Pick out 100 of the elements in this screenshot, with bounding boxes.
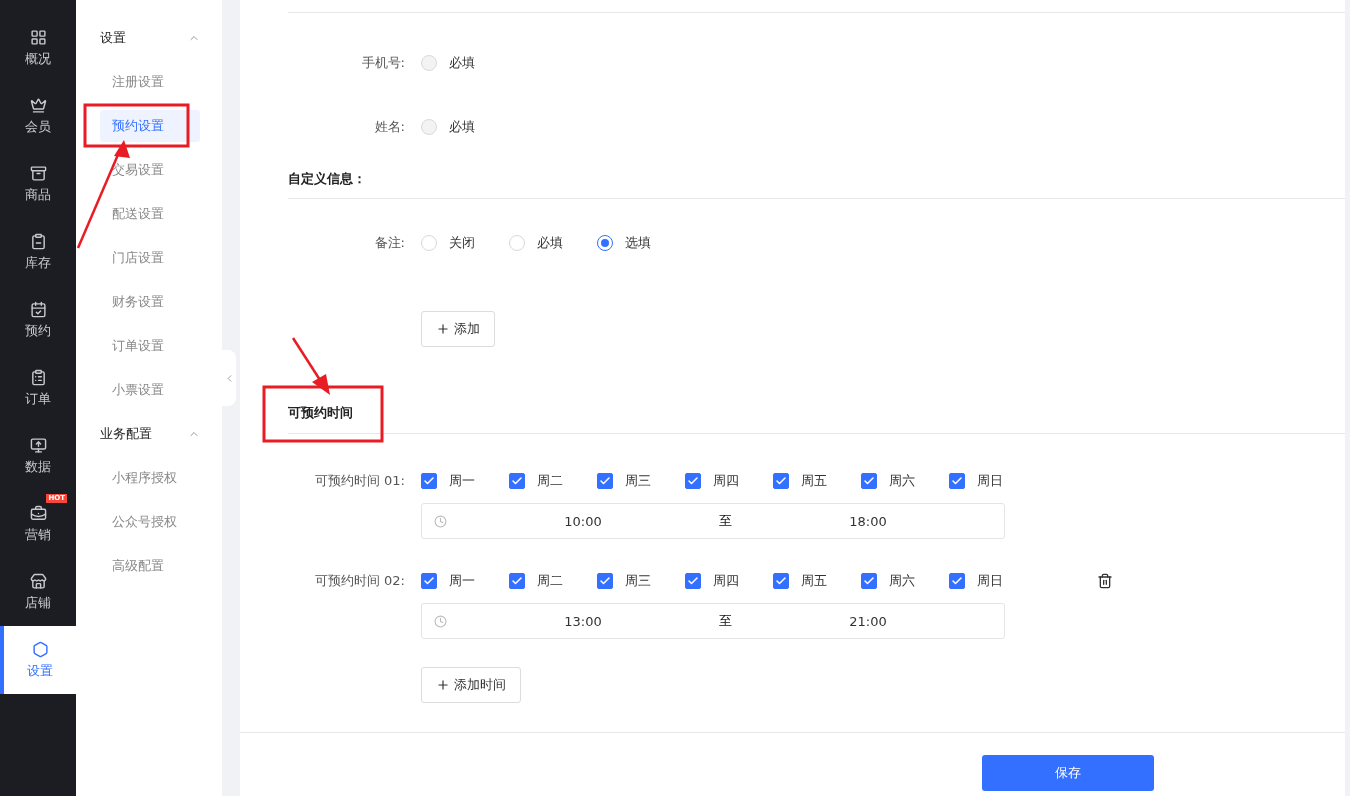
nav-label: 库存 — [25, 253, 51, 272]
add-button[interactable]: 添加 — [421, 311, 495, 347]
sub-menu-item[interactable]: 小票设置 — [100, 374, 200, 406]
field-label: 姓名: — [373, 118, 406, 136]
sub-menu-item[interactable]: 财务设置 — [100, 286, 200, 318]
nav-icon — [29, 232, 47, 250]
check-icon — [599, 475, 611, 487]
checkbox[interactable] — [949, 573, 965, 589]
check-icon — [951, 575, 963, 587]
day-option[interactable]: 周六 — [861, 572, 949, 590]
sub-menu-item[interactable]: 预约设置 — [100, 110, 200, 142]
field-label: 备注: — [373, 234, 406, 252]
nav-item[interactable]: 会员 — [0, 82, 76, 150]
checkbox[interactable] — [421, 473, 437, 489]
sub-menu-item[interactable]: 配送设置 — [100, 198, 200, 230]
day-option[interactable]: 周四 — [685, 472, 773, 490]
menu-group-title[interactable]: 业务配置 — [76, 412, 222, 456]
nav-label: 营销 — [25, 525, 51, 544]
check-icon — [863, 475, 875, 487]
field-label: 手机号: — [360, 54, 406, 72]
nav-item[interactable]: 商品 — [0, 150, 76, 218]
check-icon — [687, 575, 699, 587]
save-button[interactable]: 保存 — [982, 755, 1154, 791]
day-option[interactable]: 周五 — [773, 472, 861, 490]
time-range-field[interactable]: 13:00 至 21:00 — [421, 603, 1005, 639]
nav-item[interactable]: 概况 — [0, 14, 76, 82]
checkbox[interactable] — [773, 573, 789, 589]
day-label: 周六 — [889, 572, 915, 590]
checkbox[interactable] — [597, 573, 613, 589]
checkbox[interactable] — [421, 573, 437, 589]
radio-option[interactable]: 必填 — [509, 234, 597, 252]
day-option[interactable]: 周四 — [685, 572, 773, 590]
day-label: 周日 — [977, 572, 1003, 590]
day-option[interactable]: 周五 — [773, 572, 861, 590]
sub-menu-item[interactable]: 门店设置 — [100, 242, 200, 274]
end-time: 18:00 — [848, 513, 888, 529]
day-option[interactable]: 周二 — [509, 472, 597, 490]
slot-label: 可预约时间 02: — [313, 572, 406, 590]
annotation-arrow — [291, 337, 330, 395]
radio-option[interactable]: 选填 — [597, 234, 685, 252]
plus-icon — [436, 322, 450, 336]
sub-menu-item[interactable]: 小程序授权 — [100, 462, 200, 494]
day-option[interactable]: 周三 — [597, 472, 685, 490]
nav-item[interactable]: 设置 — [0, 626, 76, 694]
nav-icon — [29, 368, 47, 386]
checkbox[interactable] — [685, 473, 701, 489]
nav-item[interactable]: 数据 — [0, 422, 76, 490]
checkbox[interactable] — [509, 473, 525, 489]
radio-button[interactable] — [597, 235, 613, 251]
check-icon — [511, 475, 523, 487]
checkbox[interactable] — [773, 473, 789, 489]
check-icon — [687, 475, 699, 487]
day-label: 周四 — [713, 572, 739, 590]
nav-item[interactable]: 店铺 — [0, 558, 76, 626]
nav-icon — [29, 28, 47, 46]
sub-menu-item[interactable]: 公众号授权 — [100, 506, 200, 538]
nav-label: 数据 — [25, 457, 51, 476]
start-time: 10:00 — [563, 513, 603, 529]
sub-menu-item[interactable]: 交易设置 — [100, 154, 200, 186]
slot-label: 可预约时间 01: — [313, 472, 406, 490]
radio-option[interactable]: 关闭 — [421, 234, 509, 252]
sub-menu-item[interactable]: 注册设置 — [100, 66, 200, 98]
nav-item[interactable]: 预约 — [0, 286, 76, 354]
day-label: 周日 — [977, 472, 1003, 490]
check-icon — [511, 575, 523, 587]
checkbox[interactable] — [509, 573, 525, 589]
option-label: 关闭 — [449, 234, 475, 252]
check-icon — [423, 475, 435, 487]
group-label: 设置 — [100, 29, 126, 47]
checkbox[interactable] — [861, 473, 877, 489]
checkbox[interactable] — [597, 473, 613, 489]
nav-item[interactable]: 库存 — [0, 218, 76, 286]
option-label: 必填 — [449, 54, 475, 72]
day-option[interactable]: 周日 — [949, 572, 1037, 590]
check-icon — [423, 575, 435, 587]
delete-icon[interactable] — [1097, 573, 1113, 589]
sub-menu-item[interactable]: 订单设置 — [100, 330, 200, 362]
day-option[interactable]: 周一 — [421, 572, 509, 590]
nav-item[interactable]: 订单 — [0, 354, 76, 422]
nav-label: 会员 — [25, 117, 51, 136]
time-range-field[interactable]: 10:00 至 18:00 — [421, 503, 1005, 539]
checkbox[interactable] — [949, 473, 965, 489]
sub-menu-item[interactable]: 高级配置 — [100, 550, 200, 582]
checkbox[interactable] — [685, 573, 701, 589]
add-time-button[interactable]: 添加时间 — [421, 667, 521, 703]
nav-label: 商品 — [25, 185, 51, 204]
day-option[interactable]: 周一 — [421, 472, 509, 490]
check-icon — [951, 475, 963, 487]
range-separator: 至 — [719, 512, 732, 530]
day-label: 周三 — [625, 572, 651, 590]
checkbox[interactable] — [861, 573, 877, 589]
day-option[interactable]: 周日 — [949, 472, 1037, 490]
nav-icon — [29, 96, 47, 114]
day-option[interactable]: 周三 — [597, 572, 685, 590]
day-label: 周四 — [713, 472, 739, 490]
menu-group-title[interactable]: 设置 — [76, 16, 222, 60]
day-label: 周一 — [449, 572, 475, 590]
nav-icon — [29, 300, 47, 318]
day-option[interactable]: 周六 — [861, 472, 949, 490]
day-option[interactable]: 周二 — [509, 572, 597, 590]
